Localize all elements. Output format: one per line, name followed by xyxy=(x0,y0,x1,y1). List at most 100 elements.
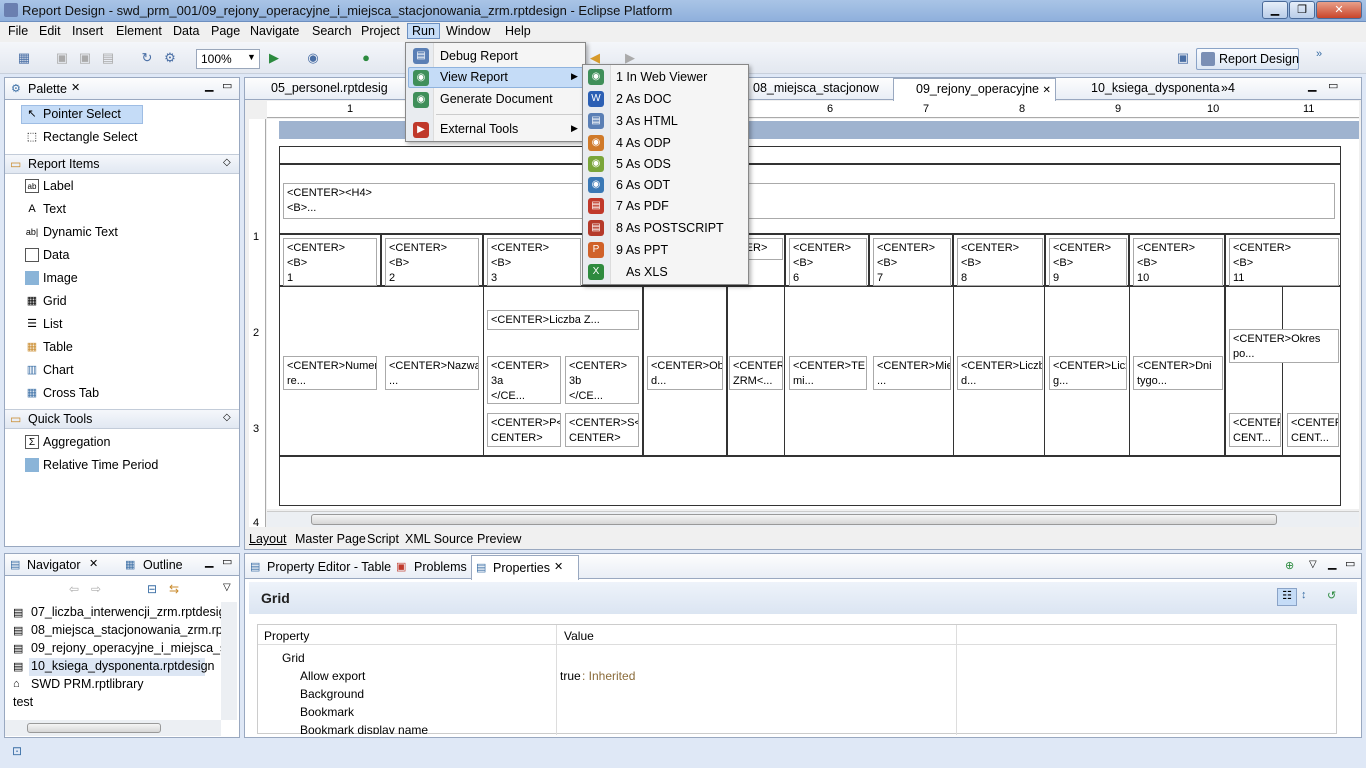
body-label-liczba-z[interactable]: <CENTER>Liczba Z... xyxy=(487,310,639,330)
menu-window[interactable]: Window xyxy=(446,24,490,38)
tab-preview[interactable]: Preview xyxy=(477,532,521,546)
view-as-pdf[interactable]: 7 As PDF xyxy=(616,199,669,213)
close-icon[interactable]: ✕ xyxy=(554,560,563,573)
nav-vertical-scrollbar[interactable] xyxy=(221,602,237,720)
header-label-8[interactable]: <CENTER> <B> 8 xyxy=(957,238,1043,286)
minimize-icon[interactable]: ▁ xyxy=(1308,79,1316,92)
palette-grid[interactable]: Grid xyxy=(43,294,67,308)
editor-tab-09-rejony[interactable]: 09_rejony_operacyjne ✕ xyxy=(893,78,1056,101)
minimize-icon[interactable]: ▁ xyxy=(205,555,213,568)
pin-icon[interactable]: ⊕ xyxy=(1285,559,1294,572)
minimize-button[interactable]: ▁ xyxy=(1262,1,1288,19)
nav-file-test[interactable]: test xyxy=(13,695,33,709)
body-label-okres[interactable]: <CENTER>Okres po... xyxy=(1229,329,1339,363)
header-label-1[interactable]: <CENTER> <B> 1 xyxy=(283,238,377,286)
close-icon[interactable]: ✕ xyxy=(1043,85,1051,96)
tab-xml-source[interactable]: XML Source xyxy=(405,532,473,546)
tab-navigator[interactable]: Navigator xyxy=(27,558,81,572)
new-icon[interactable]: ▦ xyxy=(16,50,32,66)
maximize-icon[interactable]: ▭ xyxy=(1345,557,1355,570)
prop-background[interactable]: Background xyxy=(300,687,364,701)
header-label-3[interactable]: <CENTER> <B> 3 xyxy=(487,238,581,286)
body-label-3b[interactable]: <CENTER> 3b </CE... xyxy=(565,356,639,404)
perspective-button[interactable]: Report Design xyxy=(1196,48,1299,70)
more-perspectives-icon[interactable]: » xyxy=(1316,48,1322,60)
horizontal-scrollbar[interactable] xyxy=(267,511,1359,527)
body-label-cent-2[interactable]: <CENTER> CENT... xyxy=(1287,413,1339,447)
collapse-icon[interactable]: ◇ xyxy=(223,412,231,423)
nav-file-library[interactable]: SWD PRM.rptlibrary xyxy=(31,677,144,691)
view-as-html[interactable]: 3 As HTML xyxy=(616,114,678,128)
body-label-numer[interactable]: <CENTER>Numer re... xyxy=(283,356,377,390)
menu-run[interactable]: Run xyxy=(407,23,440,39)
body-label-p[interactable]: <CENTER>P</ CENTER> xyxy=(487,413,561,447)
body-label-dni[interactable]: <CENTER>Dni tygo... xyxy=(1133,356,1223,390)
body-label-cent-1[interactable]: <CENTER> CENT... xyxy=(1229,413,1281,447)
close-button[interactable]: ✕ xyxy=(1316,1,1362,19)
view-as-odp[interactable]: 4 As ODP xyxy=(616,136,671,150)
refresh-icon[interactable]: ↻ xyxy=(139,50,155,66)
link-editor-icon[interactable]: ⇆ xyxy=(169,582,179,596)
run-menu-view-report[interactable]: View Report xyxy=(440,70,508,84)
tab-outline[interactable]: Outline xyxy=(143,558,183,572)
forward-icon[interactable]: ⇨ xyxy=(91,582,101,596)
menu-edit[interactable]: Edit xyxy=(39,24,61,38)
design-canvas[interactable]: <CENTER><H4> <B>... <CENTER> <B> 1 <CENT… xyxy=(267,119,1359,509)
run-menu-external-tools[interactable]: External Tools xyxy=(440,122,518,136)
back-icon[interactable]: ⇦ xyxy=(69,582,79,596)
prop-allow-export-value[interactable]: true xyxy=(560,669,581,683)
tab-properties-active[interactable]: ▤ Properties ✕ xyxy=(471,555,579,580)
palette-data[interactable]: Data xyxy=(43,248,69,262)
view-as-doc[interactable]: 2 As DOC xyxy=(616,92,672,106)
body-label-obs[interactable]: <CENTER>Obs d... xyxy=(647,356,723,390)
view-as-odt[interactable]: 6 As ODT xyxy=(616,178,670,192)
maximize-icon[interactable]: ▭ xyxy=(222,79,232,92)
tab-script[interactable]: Script xyxy=(367,532,399,546)
tab-layout[interactable]: Layout xyxy=(249,532,287,546)
report-items-category[interactable]: ▭ Report Items ◇ xyxy=(5,154,239,174)
print-icon[interactable]: ▤ xyxy=(100,50,116,66)
header-label-2[interactable]: <CENTER> <B> 2 xyxy=(385,238,479,286)
sort-az-icon[interactable]: ↕ xyxy=(1301,589,1307,601)
nav-file-08[interactable]: 08_miejsca_stacjonowania_zrm.rptd xyxy=(31,623,221,637)
prop-allow-export[interactable]: Allow export xyxy=(300,669,365,683)
view-as-ppt[interactable]: 9 As PPT xyxy=(616,243,668,257)
prop-grid-group[interactable]: Grid xyxy=(282,651,305,665)
run-menu-generate-document[interactable]: Generate Document xyxy=(440,92,553,106)
prop-bookmark[interactable]: Bookmark xyxy=(300,705,354,719)
editor-tab-10-ksiega[interactable]: 10_ksiega_dysponenta xyxy=(1069,78,1224,99)
header-label-11[interactable]: <CENTER> <B> 11 xyxy=(1229,238,1339,286)
body-label-miej[interactable]: <CENTER>Miej ... xyxy=(873,356,951,390)
view-as-ods[interactable]: 5 As ODS xyxy=(616,157,671,171)
menu-file[interactable]: File xyxy=(8,24,28,38)
palette-image[interactable]: Image xyxy=(43,271,78,285)
maximize-icon[interactable]: ▭ xyxy=(1328,79,1338,92)
collapse-all-icon[interactable]: ⊟ xyxy=(147,582,157,596)
palette-dynamic-text[interactable]: Dynamic Text xyxy=(43,225,118,239)
collapse-icon[interactable]: ◇ xyxy=(223,157,231,168)
tab-master-page[interactable]: Master Page xyxy=(295,532,366,546)
quick-tools-category[interactable]: ▭ Quick Tools ◇ xyxy=(5,409,239,429)
menu-help[interactable]: Help xyxy=(505,24,531,38)
header-label-10[interactable]: <CENTER> <B> 10 xyxy=(1133,238,1223,286)
body-label-liczba-d[interactable]: <CENTER>Liczba d... xyxy=(957,356,1043,390)
more-tabs-chevron[interactable]: »4 xyxy=(1217,78,1239,99)
property-scrollbar[interactable] xyxy=(1336,625,1337,626)
title-label[interactable]: <CENTER><H4> <B>... xyxy=(283,183,1335,219)
close-icon[interactable]: ✕ xyxy=(71,81,80,94)
view-in-web-viewer[interactable]: 1 In Web Viewer xyxy=(616,70,707,84)
body-label-nazwa[interactable]: <CENTER>Nazwa ... xyxy=(385,356,479,390)
menu-element[interactable]: Element xyxy=(116,24,162,38)
save-icon[interactable]: ▣ xyxy=(54,50,70,66)
view-menu-icon[interactable]: ▽ xyxy=(1309,559,1317,570)
save-all-icon[interactable]: ▣ xyxy=(77,50,93,66)
palette-chart[interactable]: Chart xyxy=(43,363,74,377)
palette-table[interactable]: Table xyxy=(43,340,73,354)
minimize-icon[interactable]: ▁ xyxy=(1328,557,1336,570)
palette-list[interactable]: List xyxy=(43,317,62,331)
column-handle-row[interactable] xyxy=(279,146,1341,164)
palette-label[interactable]: Label xyxy=(43,179,74,193)
header-label-9[interactable]: <CENTER> <B> 9 xyxy=(1049,238,1127,286)
prop-bookmark-display-name[interactable]: Bookmark display name xyxy=(300,723,428,734)
web-preview-icon[interactable]: ◉ xyxy=(305,50,321,66)
